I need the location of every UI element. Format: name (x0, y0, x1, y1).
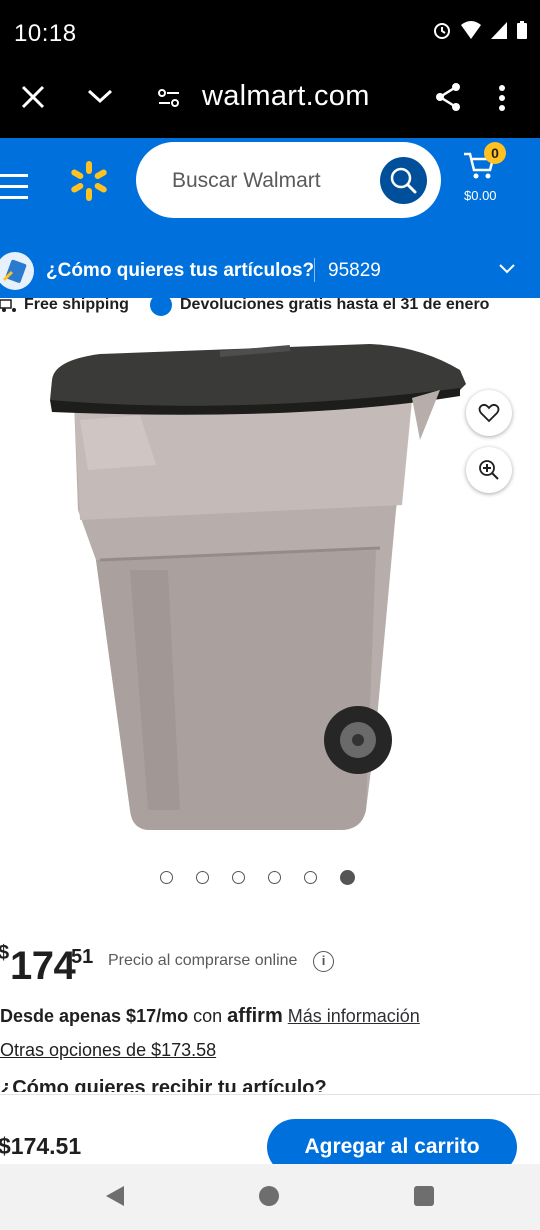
divider (314, 258, 315, 282)
search-button[interactable] (380, 157, 427, 204)
chevron-down-icon (499, 264, 515, 274)
cart-total: $0.00 (464, 188, 497, 203)
heart-icon (478, 403, 500, 423)
url-bar[interactable]: walmart.com (202, 80, 370, 113)
delivery-zip: 95829 (328, 260, 381, 281)
image-carousel-dots (160, 870, 355, 885)
carousel-dot-active[interactable] (340, 870, 355, 885)
search-icon (390, 167, 417, 194)
site-header: Buscar Walmart 0 $0.00 (0, 138, 540, 244)
cart-button[interactable]: 0 $0.00 (462, 142, 522, 204)
status-bar: 10:18 (0, 0, 540, 64)
sticky-add-to-cart-bar: $174.51 Agregar al carrito (0, 1094, 540, 1175)
share-icon[interactable] (434, 82, 462, 112)
recents-icon[interactable] (414, 1186, 434, 1206)
product-image[interactable] (40, 330, 480, 850)
carousel-dot[interactable] (196, 871, 209, 884)
price-whole: 174 (10, 944, 76, 988)
info-icon[interactable]: i (313, 951, 334, 972)
browser-toolbar: walmart.com (0, 64, 540, 138)
search-placeholder: Buscar Walmart (172, 169, 321, 192)
battery-icon (517, 21, 527, 39)
price-currency: $ (0, 942, 10, 964)
other-options-link[interactable]: Otras opciones de $173.58 (0, 1040, 216, 1061)
delivery-question: ¿Cómo quieres tus artículos? (46, 260, 315, 281)
delivery-icon (0, 252, 34, 290)
financing-prefix: Desde apenas $17/mo (0, 1006, 189, 1026)
financing-line: Desde apenas $17/mo con affirm Más infor… (0, 1005, 420, 1028)
carousel-dot[interactable] (160, 871, 173, 884)
favorite-button[interactable] (466, 390, 512, 436)
chevron-down-icon[interactable] (86, 86, 114, 106)
price-cents: 51 (71, 946, 94, 968)
back-icon[interactable] (104, 1184, 126, 1208)
menu-icon[interactable] (0, 174, 30, 207)
price-note: Precio al comprarse online (108, 952, 298, 969)
carousel-dot[interactable] (268, 871, 281, 884)
wifi-icon (461, 21, 481, 39)
system-navigation-bar (0, 1164, 540, 1230)
walmart-spark-logo[interactable] (68, 160, 110, 202)
signal-icon (491, 22, 507, 39)
status-icons (432, 20, 528, 40)
delivery-selector[interactable]: ¿Cómo quieres tus artículos? 95829 (0, 244, 540, 298)
close-icon[interactable] (20, 84, 46, 110)
returns-text: Devoluciones gratis hasta el 31 de enero (180, 298, 490, 313)
receive-heading: ¿Cómo quieres recibir tu artículo? (0, 1077, 327, 1092)
alarm-icon (434, 23, 450, 39)
more-options-icon[interactable] (498, 84, 506, 112)
carousel-dot[interactable] (232, 871, 245, 884)
carousel-dot[interactable] (304, 871, 317, 884)
more-info-link[interactable]: Más información (288, 1006, 420, 1026)
truck-icon (0, 299, 16, 312)
search-input[interactable]: Buscar Walmart (136, 142, 441, 218)
financing-connector: con (193, 1006, 223, 1026)
home-icon[interactable] (259, 1186, 279, 1206)
zoom-button[interactable] (466, 447, 512, 493)
site-settings-icon[interactable] (156, 85, 182, 111)
affirm-logo: affirm (227, 1005, 283, 1027)
status-time: 10:18 (14, 20, 77, 47)
sticky-price: $174.51 (0, 1133, 82, 1159)
returns-icon (150, 298, 172, 316)
promo-strip: Free shipping Devoluciones gratis hasta … (0, 298, 540, 322)
cart-count-badge: 0 (484, 142, 506, 164)
zoom-in-icon (479, 460, 499, 480)
free-shipping-text: Free shipping (24, 298, 129, 313)
